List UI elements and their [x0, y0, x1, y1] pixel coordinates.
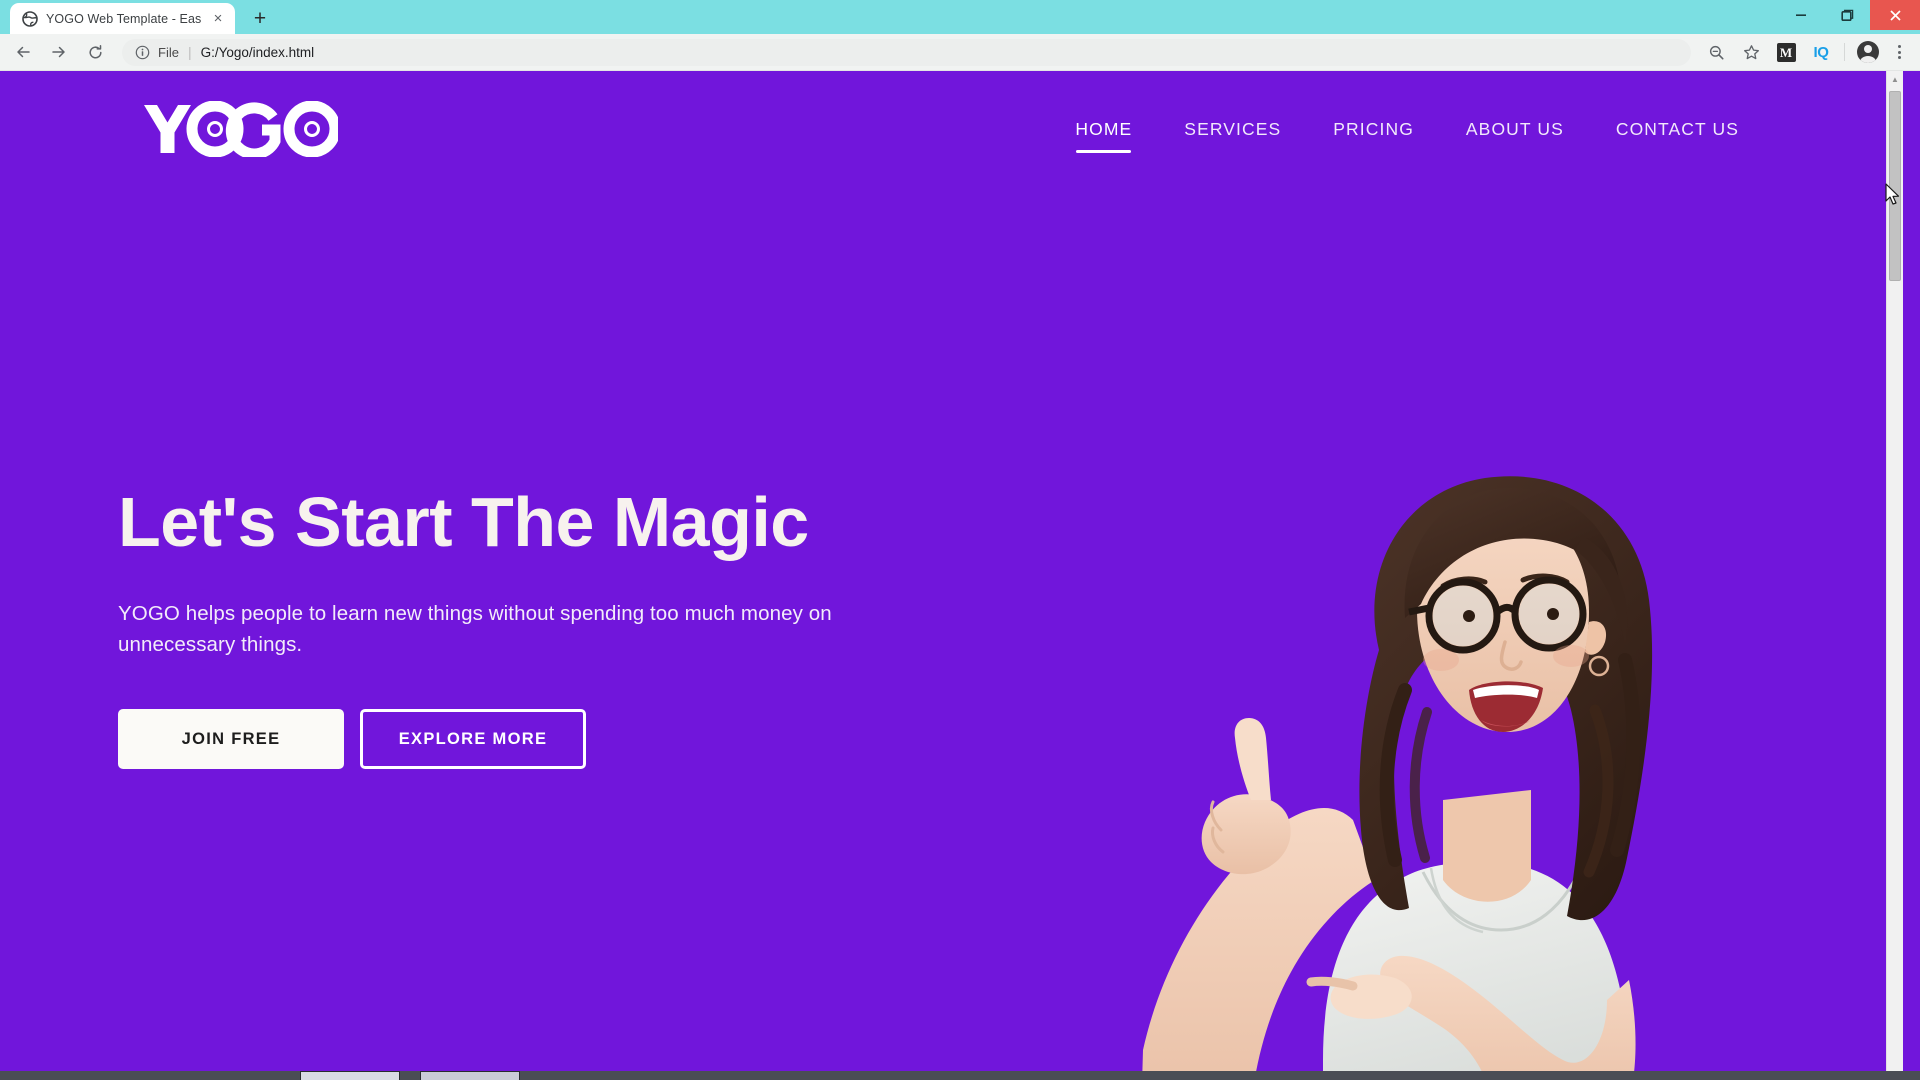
window-close-button[interactable] — [1870, 0, 1920, 30]
reload-button[interactable] — [78, 37, 112, 67]
url-text[interactable]: G:/Yogo/index.html — [201, 45, 1679, 60]
hero-section: Let's Start The Magic YOGO helps people … — [0, 191, 1903, 770]
tab-title: YOGO Web Template - Easy Tut — [46, 11, 201, 26]
window-controls — [1778, 0, 1920, 30]
extension-iq-label: IQ — [1813, 43, 1829, 61]
globe-icon — [22, 10, 38, 27]
hero-title: Let's Start The Magic — [118, 483, 809, 561]
tab-strip: YOGO Web Template - Easy Tut × + — [0, 0, 1920, 34]
address-bar[interactable]: File | G:/Yogo/index.html — [122, 38, 1691, 66]
yogo-landing-page: HOME SERVICES PRICING ABOUT US CONTACT U… — [0, 71, 1903, 1080]
browser-tab[interactable]: YOGO Web Template - Easy Tut × — [10, 3, 235, 34]
main-navigation: HOME SERVICES PRICING ABOUT US CONTACT U… — [1075, 119, 1811, 153]
extension-m-label: M — [1776, 42, 1796, 62]
url-scheme-label: File — [158, 44, 179, 60]
browser-window: YOGO Web Template - Easy Tut × + — [0, 0, 1920, 1080]
taskbar-window-item[interactable] — [420, 1071, 520, 1080]
scrollbar-thumb[interactable] — [1889, 91, 1901, 281]
kebab-dot — [1897, 45, 1901, 48]
extension-m-icon[interactable]: M — [1769, 37, 1803, 67]
kebab-dot — [1897, 50, 1901, 54]
maximize-button[interactable] — [1824, 0, 1870, 30]
forward-button[interactable] — [42, 37, 76, 67]
nav-item-about-us[interactable]: ABOUT US — [1466, 119, 1564, 144]
nav-item-services[interactable]: SERVICES — [1184, 119, 1281, 144]
yogo-logo[interactable] — [142, 100, 341, 162]
hero-subtitle: YOGO helps people to learn new things wi… — [118, 601, 832, 657]
omnibox-separator: | — [187, 44, 192, 60]
avatar-image — [1857, 41, 1879, 63]
nav-item-pricing[interactable]: PRICING — [1333, 119, 1414, 144]
scroll-up-arrow-icon[interactable]: ▲ — [1887, 71, 1903, 88]
back-button[interactable] — [6, 37, 40, 67]
os-taskbar-strip — [0, 1071, 1920, 1080]
taskbar-window-item[interactable] — [300, 1071, 400, 1080]
info-circle-icon[interactable] — [134, 44, 150, 60]
tab-close-icon[interactable]: × — [209, 10, 227, 28]
minimize-button[interactable] — [1778, 0, 1824, 30]
bookmark-star-icon[interactable] — [1734, 37, 1768, 67]
kebab-dot — [1897, 56, 1901, 59]
nav-item-contact-us[interactable]: CONTACT US — [1616, 119, 1739, 144]
toolbar-actions: M IQ — [1699, 37, 1912, 67]
page-scrollbar[interactable]: ▲ — [1886, 71, 1903, 1080]
new-tab-button[interactable]: + — [245, 3, 275, 33]
browser-toolbar: File | G:/Yogo/index.html M IQ — [0, 34, 1920, 71]
hero-actions: JOIN FREE EXPLORE MORE — [118, 709, 1903, 770]
nav-item-home[interactable]: HOME — [1075, 119, 1132, 153]
zoom-magnifier-icon[interactable] — [1699, 37, 1733, 67]
site-header: HOME SERVICES PRICING ABOUT US CONTACT U… — [0, 71, 1903, 191]
toolbar-divider — [1844, 43, 1845, 61]
explore-more-button[interactable]: EXPLORE MORE — [360, 709, 586, 770]
page-viewport: HOME SERVICES PRICING ABOUT US CONTACT U… — [0, 71, 1920, 1080]
profile-avatar[interactable] — [1851, 37, 1885, 67]
join-free-button[interactable]: JOIN FREE — [118, 709, 344, 770]
extension-iq-icon[interactable]: IQ — [1804, 37, 1838, 67]
kebab-menu-icon[interactable] — [1886, 38, 1912, 66]
